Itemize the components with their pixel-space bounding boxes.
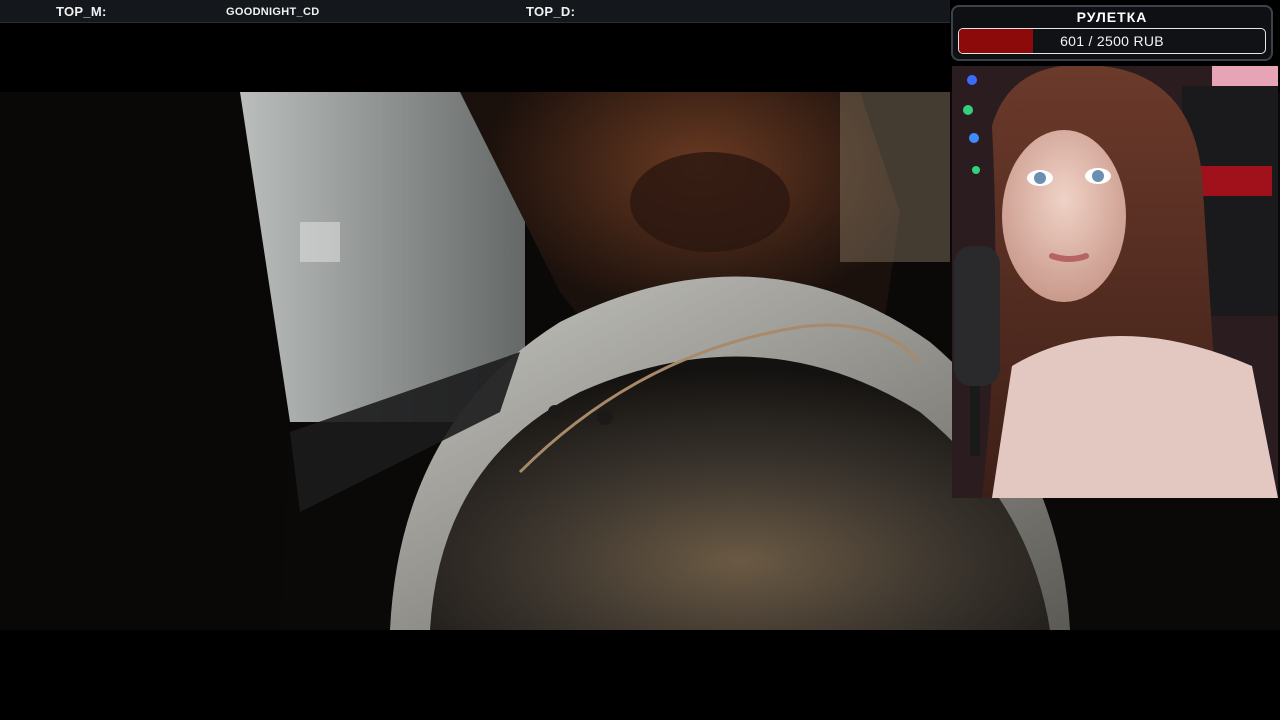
roulette-progress-text: 601 / 2500 RUB (1060, 33, 1164, 49)
roulette-progress-bar: 601 / 2500 RUB (958, 28, 1266, 54)
webcam-image (952, 66, 1278, 498)
roulette-title: РУЛЕТКА (1076, 9, 1148, 25)
top-donors-bar: TOP_M: GOODNIGHT_CD TOP_D: (0, 0, 950, 23)
top-m-value: GOODNIGHT_CD (226, 6, 320, 18)
top-d-label: TOP_D: (526, 4, 576, 19)
top-m-label: TOP_M: (56, 4, 107, 19)
streamer-webcam (952, 66, 1278, 498)
roulette-goal-widget: РУЛЕТКА 601 / 2500 RUB (951, 5, 1273, 61)
